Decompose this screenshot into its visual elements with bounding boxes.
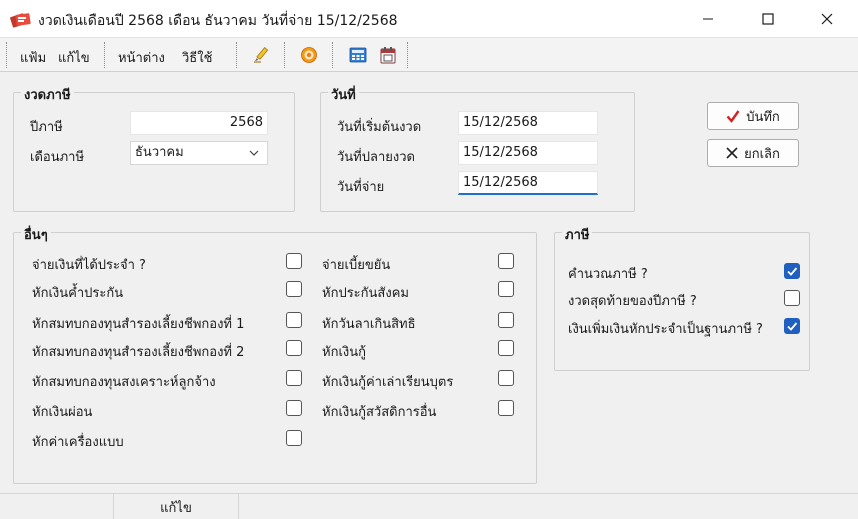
target-icon[interactable] <box>299 45 319 65</box>
period-start-label: วันที่เริ่มต้นงวด <box>337 120 422 135</box>
menu-window[interactable]: หน้าต่าง <box>118 47 165 68</box>
toolbar-grip <box>6 42 8 68</box>
maximize-button[interactable] <box>738 0 798 38</box>
calculator-icon[interactable] <box>348 45 368 65</box>
tax-year-label: ปีภาษี <box>30 120 63 135</box>
tax-year-input[interactable]: 2568 <box>130 111 268 135</box>
others-right-checkbox[interactable] <box>498 400 514 416</box>
others-right-checkbox[interactable] <box>498 340 514 356</box>
menu-edit[interactable]: แก้ไข <box>58 47 90 68</box>
calendar-icon[interactable] <box>378 45 398 65</box>
status-cell <box>0 494 114 519</box>
others-left-checkbox[interactable] <box>286 400 302 416</box>
others-right-label: จ่ายเบี้ยขยัน <box>322 258 391 273</box>
others-left-label: หักค่าเครื่องแบบ <box>32 435 124 450</box>
others-left-checkbox[interactable] <box>286 370 302 386</box>
tax-month-label: เดือนภาษี <box>30 150 85 165</box>
status-bar: แก้ไข <box>0 493 858 519</box>
close-icon <box>821 13 833 25</box>
others-left-label: หักสมทบกองทุนสำรองเลี้ยงชีพกองที่ 2 <box>32 345 245 360</box>
close-button[interactable] <box>797 0 857 38</box>
dates-title: วันที่ <box>328 84 359 105</box>
tax-option-label: เงินเพิ่มเงินหักประจำเป็นฐานภาษี ? <box>568 322 763 337</box>
others-right-label: หักเงินกู้สวัสดิการอื่น <box>322 405 437 420</box>
menu-toolbar: แฟ้ม แก้ไข หน้าต่าง วิธีใช้ <box>0 38 858 72</box>
period-start-input[interactable]: 15/12/2568 <box>458 111 598 135</box>
cancel-button[interactable]: ยกเลิก <box>707 139 799 167</box>
toolbar-separator <box>284 42 286 68</box>
others-right-checkbox[interactable] <box>498 370 514 386</box>
others-left-label: หักเงินผ่อน <box>32 405 93 420</box>
tax-month-value: ธันวาคม <box>135 145 184 160</box>
edit-pen-icon[interactable] <box>251 45 271 65</box>
others-title: อื่นๆ <box>21 224 51 245</box>
save-button[interactable]: บันทึก <box>707 102 799 130</box>
others-right-label: หักเงินกู้ค่าเล่าเรียนบุตร <box>322 375 454 390</box>
period-end-input[interactable]: 15/12/2568 <box>458 141 598 165</box>
tax-option-checkbox[interactable] <box>784 290 800 306</box>
window-title: งวดเงินเดือนปี 2568 เดือน ธันวาคม วันที่… <box>38 13 398 29</box>
pay-date-label: วันที่จ่าย <box>337 180 385 195</box>
others-right-label: หักประกันสังคม <box>322 286 409 301</box>
tax-title: ภาษี <box>562 224 593 245</box>
toolbar-separator <box>104 42 106 68</box>
checkmark-icon <box>787 322 798 331</box>
status-mode: แก้ไข <box>114 494 239 519</box>
checkmark-icon <box>787 267 798 276</box>
toolbar-separator <box>332 42 334 68</box>
menu-help[interactable]: วิธีใช้ <box>182 47 212 68</box>
others-right-label: หักเงินกู้ <box>322 345 366 360</box>
tax-option-checkbox[interactable] <box>784 263 800 279</box>
close-icon <box>726 147 738 159</box>
chevron-down-icon <box>249 150 259 156</box>
title-bar: งวดเงินเดือนปี 2568 เดือน ธันวาคม วันที่… <box>0 0 858 38</box>
others-left-checkbox[interactable] <box>286 281 302 297</box>
maximize-icon <box>762 13 774 25</box>
tax-month-select[interactable]: ธันวาคม <box>130 141 268 165</box>
others-right-checkbox[interactable] <box>498 281 514 297</box>
toolbar-separator <box>236 42 238 68</box>
tax-option-checkbox[interactable] <box>784 318 800 334</box>
period-end-label: วันที่ปลายงวด <box>337 150 415 165</box>
save-button-label: บันทึก <box>746 109 780 125</box>
others-left-checkbox[interactable] <box>286 340 302 356</box>
others-left-label: หักสมทบกองทุนสำรองเลี้ยงชีพกองที่ 1 <box>32 317 245 332</box>
tax-option-label: คำนวณภาษี ? <box>568 267 648 282</box>
others-right-checkbox[interactable] <box>498 312 514 328</box>
others-left-checkbox[interactable] <box>286 430 302 446</box>
checkmark-icon <box>726 110 740 123</box>
app-logo-icon <box>10 9 32 29</box>
others-left-label: หักสมทบกองทุนสงเคราะห์ลูกจ้าง <box>32 375 216 390</box>
others-left-label: จ่ายเงินที่ได้ประจำ ? <box>32 258 146 273</box>
pay-date-input[interactable]: 15/12/2568 <box>458 171 598 195</box>
others-right-label: หักวันลาเกินสิทธิ <box>322 317 416 332</box>
minimize-button[interactable] <box>678 0 738 38</box>
minimize-icon <box>703 18 713 20</box>
toolbar-separator <box>407 42 409 68</box>
others-left-checkbox[interactable] <box>286 312 302 328</box>
others-left-checkbox[interactable] <box>286 253 302 269</box>
others-right-checkbox[interactable] <box>498 253 514 269</box>
menu-file[interactable]: แฟ้ม <box>20 47 46 68</box>
status-cell <box>239 494 858 519</box>
others-left-label: หักเงินค้ำประกัน <box>32 286 124 301</box>
tax-option-label: งวดสุดท้ายของปีภาษี ? <box>568 294 697 309</box>
tax-period-title: งวดภาษี <box>21 84 74 105</box>
cancel-button-label: ยกเลิก <box>744 146 780 162</box>
